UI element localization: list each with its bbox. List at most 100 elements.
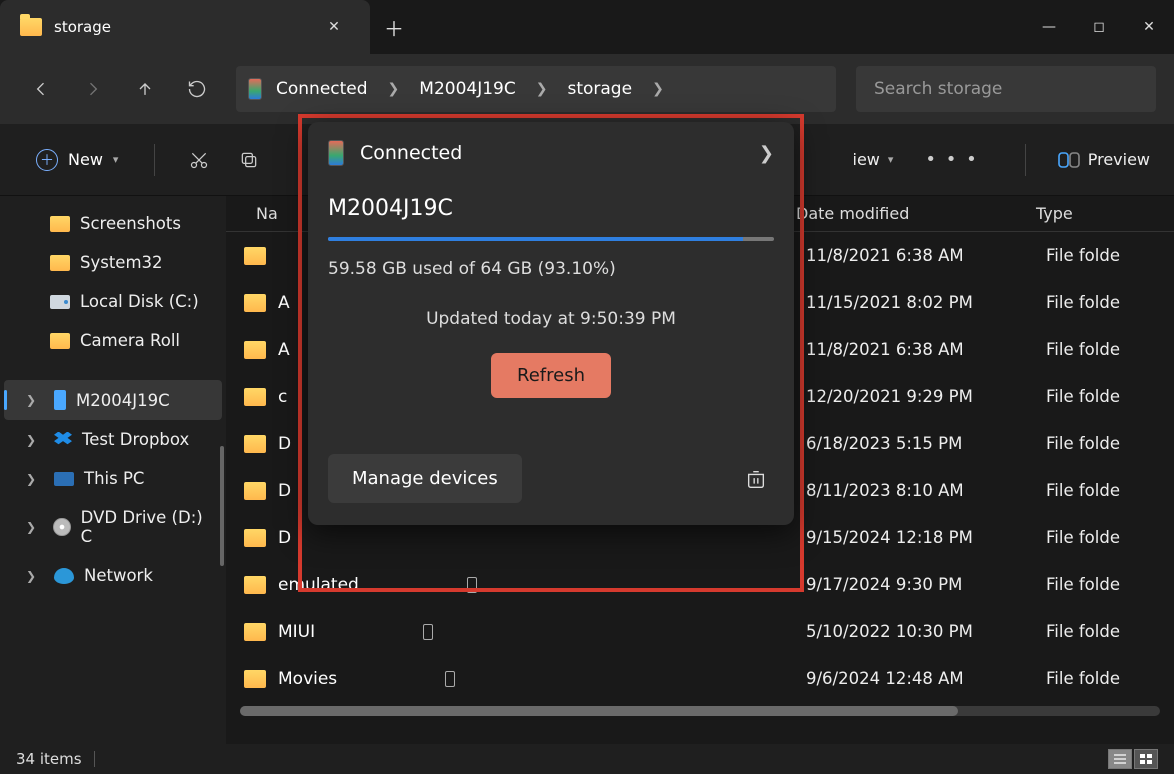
search-input[interactable]: Search storage xyxy=(856,66,1156,112)
close-tab-button[interactable]: ✕ xyxy=(318,19,350,35)
phone-badge-icon xyxy=(423,624,433,640)
breadcrumb[interactable]: Connected ❯ M2004J19C ❯ storage ❯ xyxy=(236,66,836,112)
sidebar-item[interactable]: Screenshots xyxy=(4,204,222,243)
folder-icon xyxy=(50,333,70,349)
device-name: M2004J19C xyxy=(328,196,774,221)
maximize-button[interactable]: ◻ xyxy=(1074,7,1124,47)
new-button[interactable]: ＋ New ▾ xyxy=(24,141,130,179)
folder-icon xyxy=(20,18,42,36)
row-date: 5/10/2022 10:30 PM xyxy=(806,622,1046,641)
back-button[interactable] xyxy=(18,66,64,112)
manage-devices-button[interactable]: Manage devices xyxy=(328,454,522,503)
sidebar-item[interactable]: Camera Roll xyxy=(4,321,222,360)
up-button[interactable] xyxy=(122,66,168,112)
thumbnails-view-button[interactable] xyxy=(1134,749,1158,769)
chevron-right-icon[interactable]: ❯ xyxy=(530,81,554,97)
sidebar-item-label: Test Dropbox xyxy=(82,430,189,449)
forward-button[interactable] xyxy=(70,66,116,112)
eject-button[interactable] xyxy=(738,461,774,497)
new-label: New xyxy=(68,150,103,169)
net-icon xyxy=(54,568,74,584)
chevron-down-icon: ▾ xyxy=(113,153,119,166)
sidebar: Screenshots System32 Local Disk (C:) Camera… xyxy=(0,196,226,744)
titlebar: storage ✕ ＋ — ◻ ✕ xyxy=(0,0,1174,54)
new-tab-button[interactable]: ＋ xyxy=(370,13,418,42)
chevron-right-icon[interactable]: ❯ xyxy=(646,81,670,97)
refresh-button[interactable]: Refresh xyxy=(491,353,611,398)
horizontal-scrollbar[interactable] xyxy=(240,706,1160,716)
phone-icon xyxy=(328,140,344,166)
row-type: File folde xyxy=(1046,434,1120,453)
sidebar-tree-group: ❯ M2004J19C ❯ Test Dropbox ❯ This PC ❯ DVD Driv… xyxy=(4,380,222,595)
folder-icon xyxy=(244,529,266,547)
sidebar-item-label: Local Disk (C:) xyxy=(80,292,199,311)
sidebar-item-label: Network xyxy=(84,566,153,585)
window-controls: — ◻ ✕ xyxy=(1024,7,1174,47)
statusbar: 34 items xyxy=(0,744,1174,774)
folder-icon xyxy=(244,670,266,688)
tab-storage[interactable]: storage ✕ xyxy=(0,0,370,54)
storage-progress-bar xyxy=(328,237,743,241)
item-count: 34 items xyxy=(16,750,82,768)
sidebar-item[interactable]: Local Disk (C:) xyxy=(4,282,222,321)
chevron-down-icon: ▾ xyxy=(888,153,894,166)
chevron-right-icon[interactable]: ❯ xyxy=(382,81,406,97)
chevron-right-icon[interactable]: ❯ xyxy=(759,143,774,164)
chevron-right-icon[interactable]: ❯ xyxy=(26,393,44,407)
folder-icon xyxy=(50,255,70,271)
divider xyxy=(154,144,155,176)
sidebar-item-label: M2004J19C xyxy=(76,391,170,410)
sidebar-item[interactable]: ❯ Test Dropbox xyxy=(4,420,222,459)
sidebar-item[interactable]: ❯ M2004J19C xyxy=(4,380,222,420)
folder-icon xyxy=(244,482,266,500)
preview-icon xyxy=(1058,152,1080,168)
row-date: 8/11/2023 8:10 AM xyxy=(806,481,1046,500)
chevron-right-icon[interactable]: ❯ xyxy=(26,472,44,486)
table-row[interactable]: Movies 9/6/2024 12:48 AM File folde xyxy=(226,655,1174,702)
sidebar-item-label: This PC xyxy=(84,469,144,488)
cut-button[interactable] xyxy=(179,140,219,180)
sidebar-item[interactable]: ❯ DVD Drive (D:) C xyxy=(4,498,222,556)
sidebar-item[interactable]: System32 xyxy=(4,243,222,282)
sidebar-item-label: Screenshots xyxy=(80,214,181,233)
row-type: File folde xyxy=(1046,528,1120,547)
sidebar-item-label: System32 xyxy=(80,253,163,272)
popover-footer: Manage devices xyxy=(328,454,774,503)
close-window-button[interactable]: ✕ xyxy=(1124,7,1174,47)
popover-title: Connected xyxy=(360,142,743,164)
chevron-right-icon[interactable]: ❯ xyxy=(26,433,44,447)
copy-button[interactable] xyxy=(229,140,269,180)
folder-icon xyxy=(244,623,266,641)
row-date: 9/17/2024 9:30 PM xyxy=(806,575,1046,594)
crumb-storage[interactable]: storage xyxy=(559,79,640,99)
chevron-right-icon[interactable]: ❯ xyxy=(26,520,43,534)
preview-button[interactable]: Preview xyxy=(1058,150,1150,169)
refresh-nav-button[interactable] xyxy=(174,66,220,112)
row-name: D xyxy=(278,528,806,548)
updated-text: Updated today at 9:50:39 PM xyxy=(328,309,774,329)
table-row[interactable]: MIUI 5/10/2022 10:30 PM File folde xyxy=(226,608,1174,655)
row-date: 11/15/2021 8:02 PM xyxy=(806,293,1046,312)
chevron-right-icon[interactable]: ❯ xyxy=(26,569,44,583)
column-type[interactable]: Type xyxy=(1036,204,1073,223)
crumb-device[interactable]: M2004J19C xyxy=(411,79,523,99)
drive-icon xyxy=(50,295,70,309)
view-toggle xyxy=(1108,749,1158,769)
view-button[interactable]: iew ▾ xyxy=(853,150,894,169)
row-type: File folde xyxy=(1046,575,1120,594)
column-date[interactable]: Date modified xyxy=(796,204,1036,223)
sidebar-item[interactable]: ❯ This PC xyxy=(4,459,222,498)
more-button[interactable]: • • • xyxy=(911,149,992,170)
crumb-connected[interactable]: Connected xyxy=(268,79,376,99)
table-row[interactable]: emulated 9/17/2024 9:30 PM File folde xyxy=(226,561,1174,608)
details-view-button[interactable] xyxy=(1108,749,1132,769)
row-type: File folde xyxy=(1046,481,1120,500)
row-name: MIUI xyxy=(278,622,806,642)
sidebar-item[interactable]: ❯ Network xyxy=(4,556,222,595)
preview-label: Preview xyxy=(1088,150,1150,169)
minimize-button[interactable]: — xyxy=(1024,7,1074,47)
sidebar-item-label: DVD Drive (D:) C xyxy=(81,508,214,546)
row-name: emulated xyxy=(278,575,806,595)
row-date: 9/6/2024 12:48 AM xyxy=(806,669,1046,688)
folder-icon xyxy=(50,216,70,232)
